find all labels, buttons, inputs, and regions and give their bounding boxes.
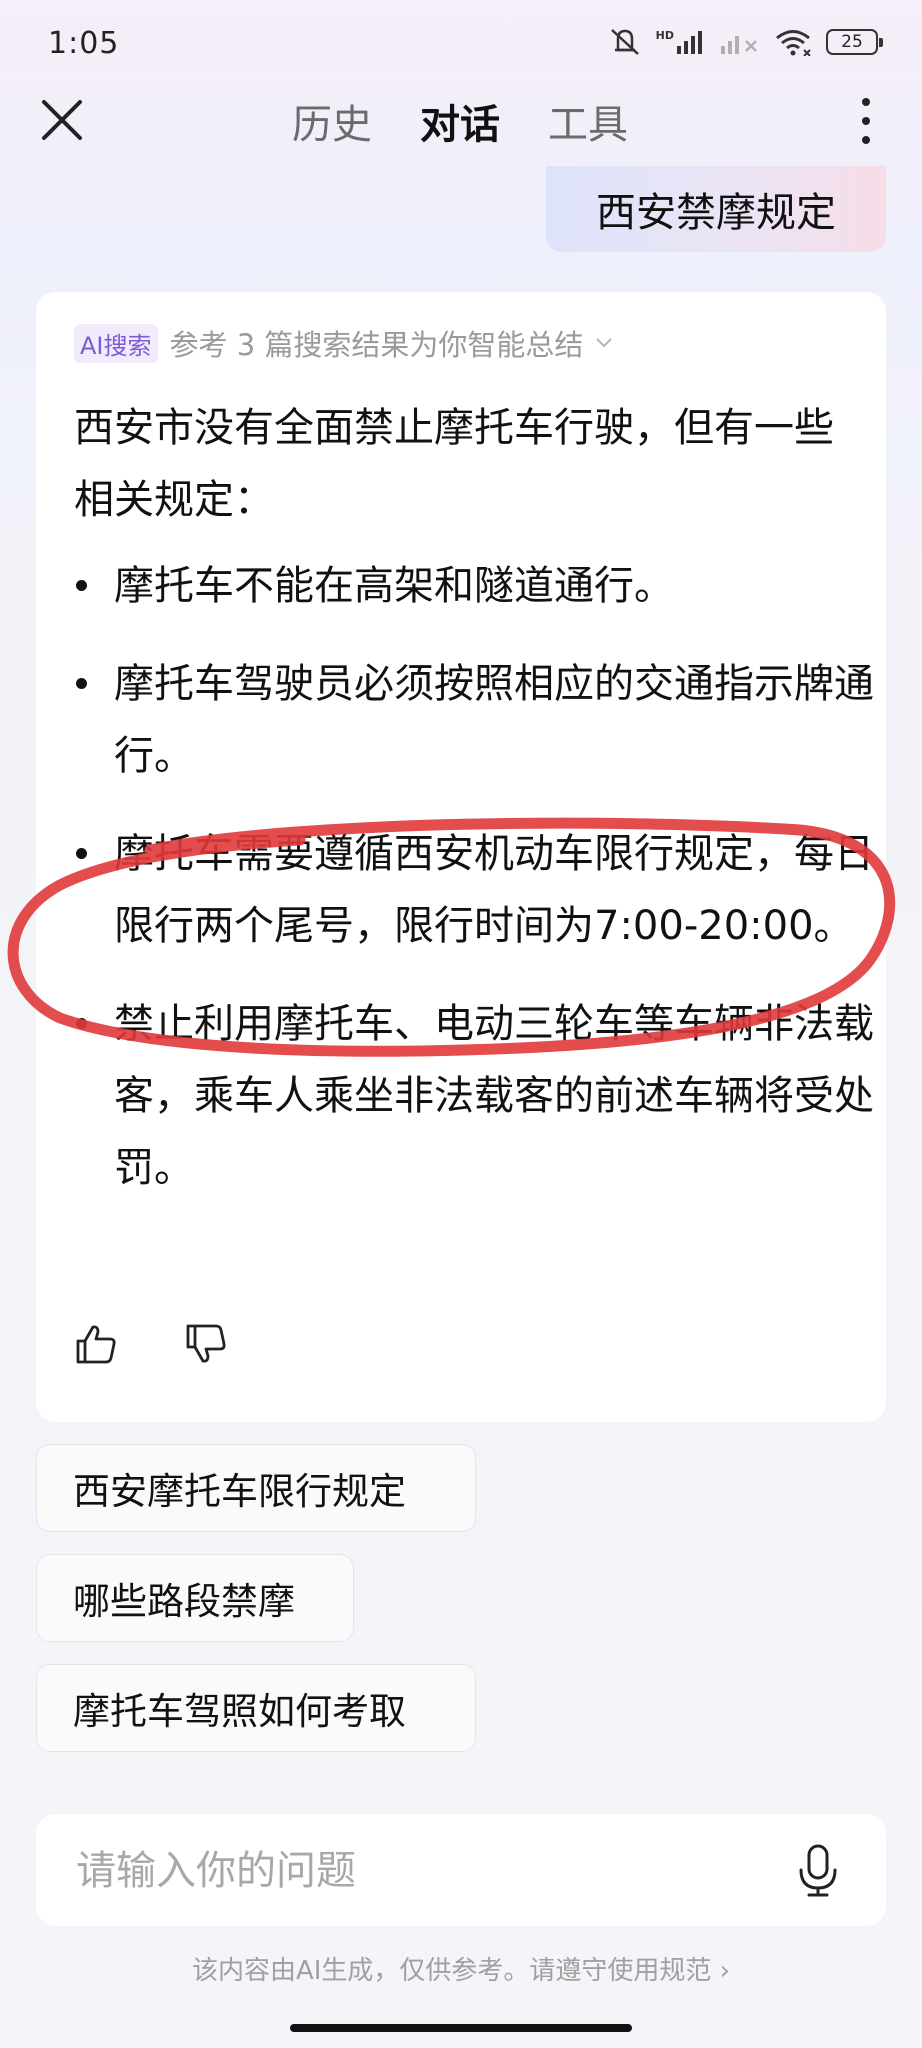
answer-card: AI搜索 参考 3 篇搜索结果为你智能总结 西安市没有全面禁止摩托车行驶，但有一… <box>36 292 886 1422</box>
user-message-bubble: 西安禁摩规定 <box>546 166 886 252</box>
tab-tools[interactable]: 工具 <box>548 92 628 150</box>
list-item: 摩托车驾驶员必须按照相应的交通指示牌通行。 <box>74 648 874 792</box>
tab-bar: 历史 对话 工具 <box>292 92 628 150</box>
battery-icon: 25 <box>826 29 883 55</box>
feedback-row <box>74 1322 228 1366</box>
microphone-icon[interactable] <box>798 1844 838 1898</box>
suggestion-chip[interactable]: 西安摩托车限行规定 <box>36 1444 476 1532</box>
list-item: 禁止利用摩托车、电动三轮车等车辆非法载客，乘车人乘坐非法载客的前述车辆将受处罚。 <box>74 988 874 1204</box>
chat-input-bar <box>36 1814 886 1926</box>
suggestion-chip[interactable]: 摩托车驾照如何考取 <box>36 1664 476 1752</box>
thumbs-down-icon[interactable] <box>184 1322 228 1366</box>
status-bar: 1:05 HD 25 <box>0 0 922 90</box>
tab-history[interactable]: 历史 <box>292 92 372 150</box>
mute-icon <box>610 29 639 55</box>
status-icons: HD 25 <box>608 26 883 58</box>
signal-icon: HD <box>656 29 706 55</box>
top-nav: 历史 对话 工具 <box>0 88 922 150</box>
tab-chat[interactable]: 对话 <box>420 92 500 150</box>
list-item: 摩托车不能在高架和隧道通行。 <box>74 550 874 622</box>
suggestion-chip[interactable]: 哪些路段禁摩 <box>36 1554 354 1642</box>
more-options-icon[interactable] <box>854 94 878 148</box>
close-icon[interactable] <box>38 96 86 144</box>
answer-bullets: 摩托车不能在高架和隧道通行。 摩托车驾驶员必须按照相应的交通指示牌通行。 摩托车… <box>74 550 874 1204</box>
chevron-down-icon <box>596 338 613 348</box>
list-item: 摩托车需要遵循西安机动车限行规定，每日限行两个尾号，限行时间为7:00-20:0… <box>74 818 874 962</box>
thumbs-up-icon[interactable] <box>74 1322 118 1366</box>
source-summary-toggle[interactable]: AI搜索 参考 3 篇搜索结果为你智能总结 <box>74 322 613 364</box>
signal-weak-icon <box>721 36 757 54</box>
status-time: 1:05 <box>48 26 120 61</box>
hd-label: HD <box>655 29 674 42</box>
source-summary-text: 参考 3 篇搜索结果为你智能总结 <box>169 328 584 362</box>
question-input[interactable] <box>74 1836 778 1906</box>
ai-search-badge: AI搜索 <box>74 323 158 363</box>
ai-disclaimer-link[interactable]: 该内容由AI生成，仅供参考。请遵守使用规范 › <box>0 1950 922 1987</box>
wifi-icon <box>776 30 811 56</box>
answer-intro: 西安市没有全面禁止摩托车行驶，但有一些相关规定： <box>74 405 834 523</box>
home-indicator[interactable] <box>290 2024 632 2032</box>
